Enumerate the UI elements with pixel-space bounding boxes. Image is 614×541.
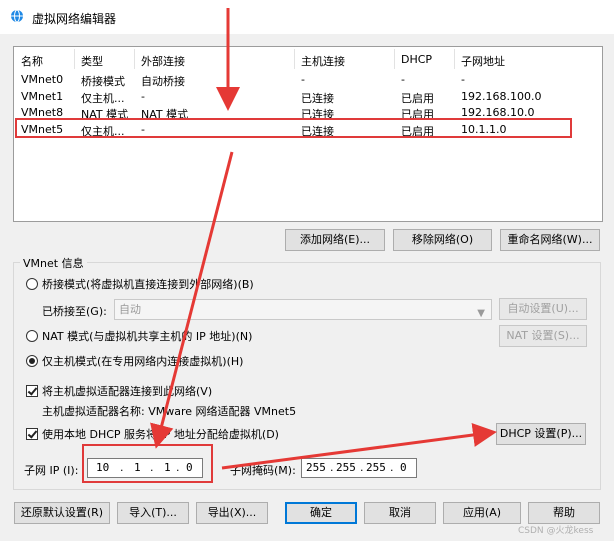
bridged-mode-label[interactable]: 桥接模式(将虚拟机直接连接到外部网络)(B) (42, 276, 254, 292)
subnet-mask-label: 子网掩码(M): (230, 464, 296, 477)
bridged-to-label: 已桥接至(G): (42, 305, 107, 318)
help-button[interactable]: 帮助 (528, 502, 600, 524)
vmnet-info-title: VMnet 信息 (20, 255, 87, 271)
host-only-mode-label[interactable]: 仅主机模式(在专用网络内连接虚拟机)(H) (42, 353, 243, 369)
nat-mode-radio[interactable] (26, 330, 38, 342)
bridged-mode-radio[interactable] (26, 278, 38, 290)
restore-defaults-button[interactable]: 还原默认设置(R) (14, 502, 110, 524)
use-dhcp-label[interactable]: 使用本地 DHCP 服务将 IP 地址分配给虚拟机(D) (42, 426, 279, 442)
column-header-subnet[interactable]: 子网地址 (461, 53, 505, 69)
column-header-dhcp[interactable]: DHCP (401, 53, 432, 66)
subnet-ip-label: 子网 IP (I): (24, 464, 79, 477)
host-adapter-name: 主机虚拟适配器名称: VMware 网络适配器 VMnet5 (42, 405, 297, 418)
window-title: 虚拟网络编辑器 (32, 12, 117, 26)
rename-network-button[interactable]: 重命名网络(W)... (500, 229, 600, 251)
cancel-button[interactable]: 取消 (364, 502, 436, 524)
column-header-name[interactable]: 名称 (21, 53, 43, 69)
auto-settings-button[interactable]: 自动设置(U)... (499, 298, 587, 320)
remove-network-button[interactable]: 移除网络(O) (393, 229, 492, 251)
export-button[interactable]: 导出(X)... (196, 502, 268, 524)
network-globe-icon (11, 9, 23, 23)
chevron-down-icon: ▼ (477, 308, 485, 319)
nat-settings-button[interactable]: NAT 设置(S)... (499, 325, 587, 347)
column-header-type[interactable]: 类型 (81, 53, 103, 69)
apply-button[interactable]: 应用(A) (443, 502, 521, 524)
ok-button[interactable]: 确定 (285, 502, 357, 524)
selection-highlight-annotation (15, 118, 572, 138)
subnet-ip-annotation-box (82, 444, 213, 483)
nat-mode-label[interactable]: NAT 模式(与虚拟机共享主机的 IP 地址)(N) (42, 328, 252, 344)
import-button[interactable]: 导入(T)... (117, 502, 189, 524)
host-only-mode-radio[interactable] (26, 355, 38, 367)
dhcp-settings-button[interactable]: DHCP 设置(P)... (496, 423, 586, 445)
watermark: CSDN @火龙kess (518, 526, 594, 536)
add-network-button[interactable]: 添加网络(E)... (285, 229, 385, 251)
connect-host-adapter-checkbox[interactable] (26, 385, 38, 397)
column-header-host[interactable]: 主机连接 (301, 53, 345, 69)
connect-host-adapter-label[interactable]: 将主机虚拟适配器连接到此网络(V) (42, 383, 212, 399)
column-header-external[interactable]: 外部连接 (141, 53, 185, 69)
subnet-mask-input[interactable]: 255 . 255 . 255 . 0 (301, 458, 417, 478)
use-dhcp-checkbox[interactable] (26, 428, 38, 440)
bridged-to-select[interactable]: 自动 ▼ (114, 299, 492, 320)
